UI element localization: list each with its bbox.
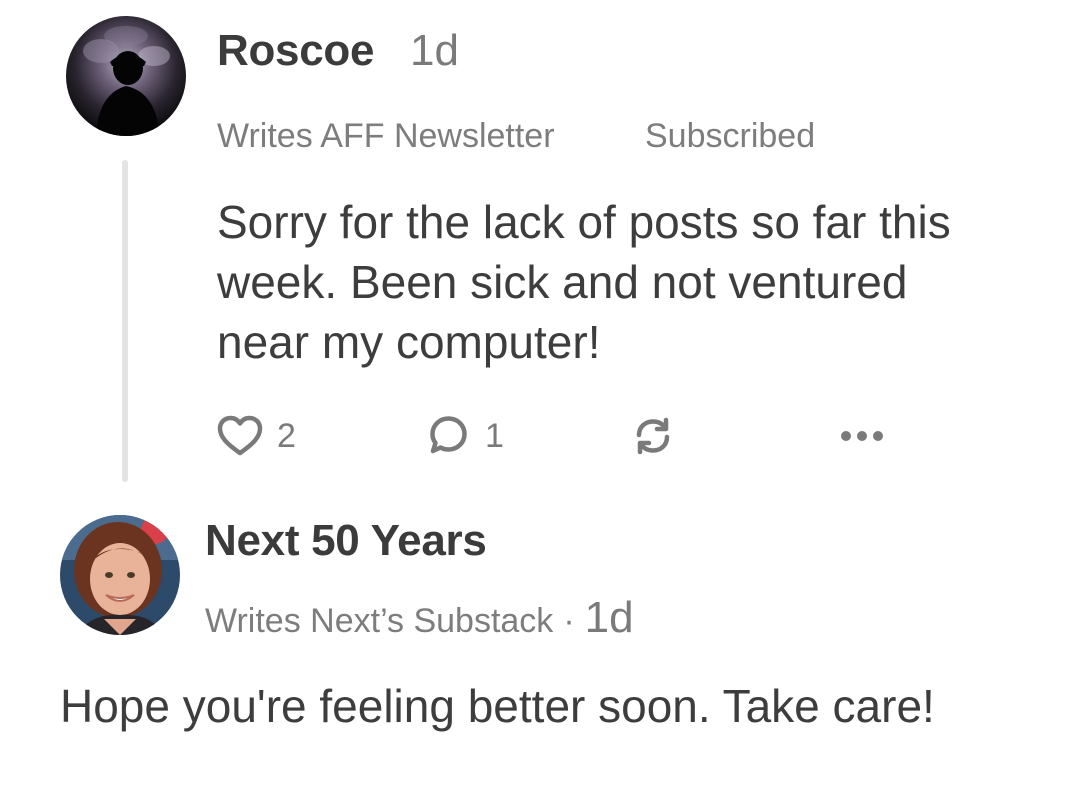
reply-button[interactable]: 1: [425, 410, 504, 462]
subscribed-badge: Subscribed: [645, 117, 816, 155]
thread-line: [122, 160, 128, 482]
heart-icon: [217, 415, 263, 457]
like-button[interactable]: 2: [217, 410, 296, 462]
author-name[interactable]: Next 50 Years: [205, 516, 487, 566]
author-name[interactable]: Roscoe: [217, 26, 374, 76]
restack-icon: [630, 413, 676, 459]
comments-thread: Roscoe 1d Writes AFF Newsletter Subscrib…: [0, 0, 1079, 800]
comment-actions: 2 1: [217, 410, 917, 462]
author-publication[interactable]: Writes Next’s Substack: [205, 602, 553, 641]
avatar[interactable]: [60, 515, 180, 635]
comment-body: Sorry for the lack of posts so far this …: [217, 196, 951, 368]
comment-count: 1: [485, 416, 504, 455]
timestamp[interactable]: 1d: [585, 593, 634, 643]
author-meta: Writes Next’s Substack · 1d: [205, 593, 634, 643]
more-options-button[interactable]: [839, 410, 885, 462]
like-count: 2: [277, 416, 296, 455]
timestamp[interactable]: 1d: [410, 26, 459, 76]
restack-button[interactable]: [630, 410, 676, 462]
speech-bubble-icon: [425, 413, 471, 459]
avatar[interactable]: [66, 16, 186, 136]
author-publication[interactable]: Writes AFF Newsletter: [217, 117, 555, 156]
comment-body: Hope you're feeling better soon. Take ca…: [60, 680, 935, 732]
more-icon: [839, 426, 885, 446]
separator: ·: [563, 602, 575, 640]
